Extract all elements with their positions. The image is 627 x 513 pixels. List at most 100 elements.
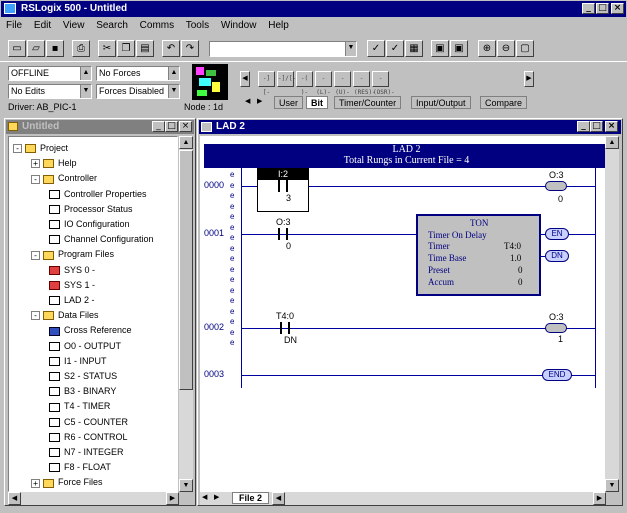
tree-item[interactable]: Channel Configuration (49, 232, 154, 246)
file-tab-first-icon[interactable]: ◀ (202, 493, 207, 501)
close-button[interactable]: × (611, 3, 624, 14)
maximize-button[interactable]: □ (596, 3, 609, 14)
tree-item[interactable]: LAD 2 - (49, 293, 95, 307)
collapse-icon[interactable]: - (13, 144, 22, 154)
cut-icon[interactable]: ✂ (98, 40, 116, 57)
tab-timer-counter[interactable]: Timer/Counter (334, 96, 402, 109)
tree-item[interactable]: SYS 0 - (49, 263, 95, 277)
tree-item[interactable]: + Help (31, 156, 77, 170)
scroll-up-icon[interactable]: ▲ (605, 136, 619, 149)
tree-vscroll[interactable]: ▲ ▼ (179, 136, 193, 492)
tree-hscroll[interactable]: ◀ ▶ (8, 492, 179, 505)
rung-number[interactable]: 0001 (204, 228, 224, 238)
instr-otl-button[interactable]: -(L)- (315, 71, 332, 96)
dn-output[interactable]: DN (545, 250, 569, 262)
instr-otu-button[interactable]: -(U)- (334, 71, 351, 96)
tree-item[interactable]: B3 - BINARY (49, 384, 116, 398)
tree-item[interactable]: IO Configuration (49, 217, 130, 231)
mode-combo[interactable]: OFFLINE ▲ (8, 66, 92, 81)
verify-project-icon[interactable]: ✓ (386, 40, 404, 57)
chevron-down-icon[interactable]: ▼ (80, 85, 91, 98)
menu-window[interactable]: Window (221, 20, 257, 31)
collapse-icon[interactable]: - (31, 174, 40, 184)
forces-combo[interactable]: No Forces ▲ (96, 66, 180, 81)
scroll-right-icon[interactable]: ▶ (593, 492, 606, 505)
menu-view[interactable]: View (63, 20, 85, 31)
palette-scroll-left[interactable]: ◀ (240, 71, 250, 87)
instr-xic-button[interactable]: -] [- (258, 71, 275, 96)
chevron-down-icon[interactable]: ▼ (168, 85, 179, 98)
open-folder-icon[interactable]: ▱ (27, 40, 45, 57)
tree-item[interactable]: I1 - INPUT (49, 354, 107, 368)
window-icon[interactable]: ▢ (516, 40, 534, 57)
tree-item[interactable]: - Project (13, 141, 68, 155)
chevron-down-icon[interactable]: ▲ (80, 67, 91, 80)
instr-res-button[interactable]: -(RES)- (353, 71, 376, 96)
tree-item[interactable]: F8 - FLOAT (49, 460, 111, 474)
collapse-icon[interactable]: - (31, 250, 40, 260)
redo-icon[interactable]: ↷ (181, 40, 199, 57)
file-tab-next-icon[interactable]: ▶ (214, 493, 219, 501)
en-output[interactable]: EN (545, 228, 569, 240)
ton-instruction-block[interactable]: TON Timer On Delay Timer T4:0 Time Base … (416, 214, 541, 296)
ladder-vscroll[interactable]: ▲ ▼ (605, 136, 619, 492)
menu-file[interactable]: File (6, 20, 22, 31)
tree-item[interactable]: Controller Properties (49, 187, 147, 201)
download-icon[interactable]: ▣ (450, 40, 468, 57)
instr-xio-button[interactable]: -]/[- (277, 71, 296, 87)
tree-item[interactable]: - Program Files (31, 247, 114, 261)
print-icon[interactable]: ⎙ (72, 40, 90, 57)
instr-osr-button[interactable]: -(OSR)- (372, 71, 395, 96)
scroll-up-icon[interactable]: ▲ (179, 136, 193, 149)
online-icon[interactable]: ▣ (431, 40, 449, 57)
properties-icon[interactable]: ▦ (405, 40, 423, 57)
tree-item[interactable]: S2 - STATUS (49, 369, 117, 383)
tree-item[interactable]: Cross Reference (49, 323, 132, 337)
expand-icon[interactable]: + (31, 159, 40, 169)
menu-comms[interactable]: Comms (140, 20, 174, 31)
tab-user[interactable]: User (274, 96, 304, 109)
toolbar-combo[interactable]: ▼ (209, 41, 357, 57)
rung-number[interactable]: 0000 (204, 180, 224, 190)
tree-item[interactable]: C5 - COUNTER (49, 415, 128, 429)
collapse-icon[interactable]: - (31, 311, 40, 321)
tree-item[interactable]: N7 - INTEGER (49, 445, 124, 459)
minimize-button[interactable]: _ (582, 3, 595, 14)
ladder-close-button[interactable]: × (605, 121, 618, 132)
xic-contact[interactable] (278, 228, 288, 240)
ladder-maximize-button[interactable]: □ (590, 121, 603, 132)
edits-combo[interactable]: No Edits ▼ (8, 84, 92, 99)
tree-item[interactable]: - Controller (31, 171, 97, 185)
zoom-in-icon[interactable]: ⊕ (478, 40, 496, 57)
tree-item[interactable]: O0 - OUTPUT (49, 339, 121, 353)
rung-number[interactable]: 0002 (204, 322, 224, 332)
tree-item[interactable]: R6 - CONTROL (49, 430, 128, 444)
tab-bit[interactable]: Bit (306, 96, 328, 109)
tab-scroll-left-icon[interactable]: ◀ (245, 97, 250, 105)
rung-number[interactable]: 0003 (204, 369, 224, 379)
chevron-down-icon[interactable]: ▼ (345, 42, 356, 56)
tree-item[interactable]: + Force Files (31, 475, 103, 489)
chevron-down-icon[interactable]: ▲ (168, 67, 179, 80)
expand-icon[interactable]: + (31, 478, 40, 488)
palette-scroll-right[interactable]: ▶ (524, 71, 534, 87)
menu-tools[interactable]: Tools (186, 20, 209, 31)
tab-scroll-right-icon[interactable]: ▶ (257, 97, 262, 105)
xic-contact[interactable] (280, 322, 290, 334)
tab-input-output[interactable]: Input/Output (411, 96, 471, 109)
scroll-down-icon[interactable]: ▼ (605, 479, 619, 492)
zoom-out-icon[interactable]: ⊖ (497, 40, 515, 57)
scroll-thumb[interactable] (179, 150, 193, 390)
save-icon[interactable]: ▪ (46, 40, 64, 57)
undo-icon[interactable]: ↶ (162, 40, 180, 57)
project-maximize-button[interactable]: □ (165, 121, 178, 132)
xic-contact[interactable] (278, 180, 288, 192)
project-close-button[interactable]: × (179, 121, 192, 132)
scroll-left-icon[interactable]: ◀ (272, 492, 285, 505)
menu-edit[interactable]: Edit (34, 20, 51, 31)
tree-item[interactable]: T4 - TIMER (49, 399, 110, 413)
scroll-down-icon[interactable]: ▼ (179, 479, 193, 492)
tree-item[interactable]: Processor Status (49, 202, 133, 216)
ote-coil[interactable] (545, 181, 567, 191)
copy-icon[interactable]: ❐ (117, 40, 135, 57)
